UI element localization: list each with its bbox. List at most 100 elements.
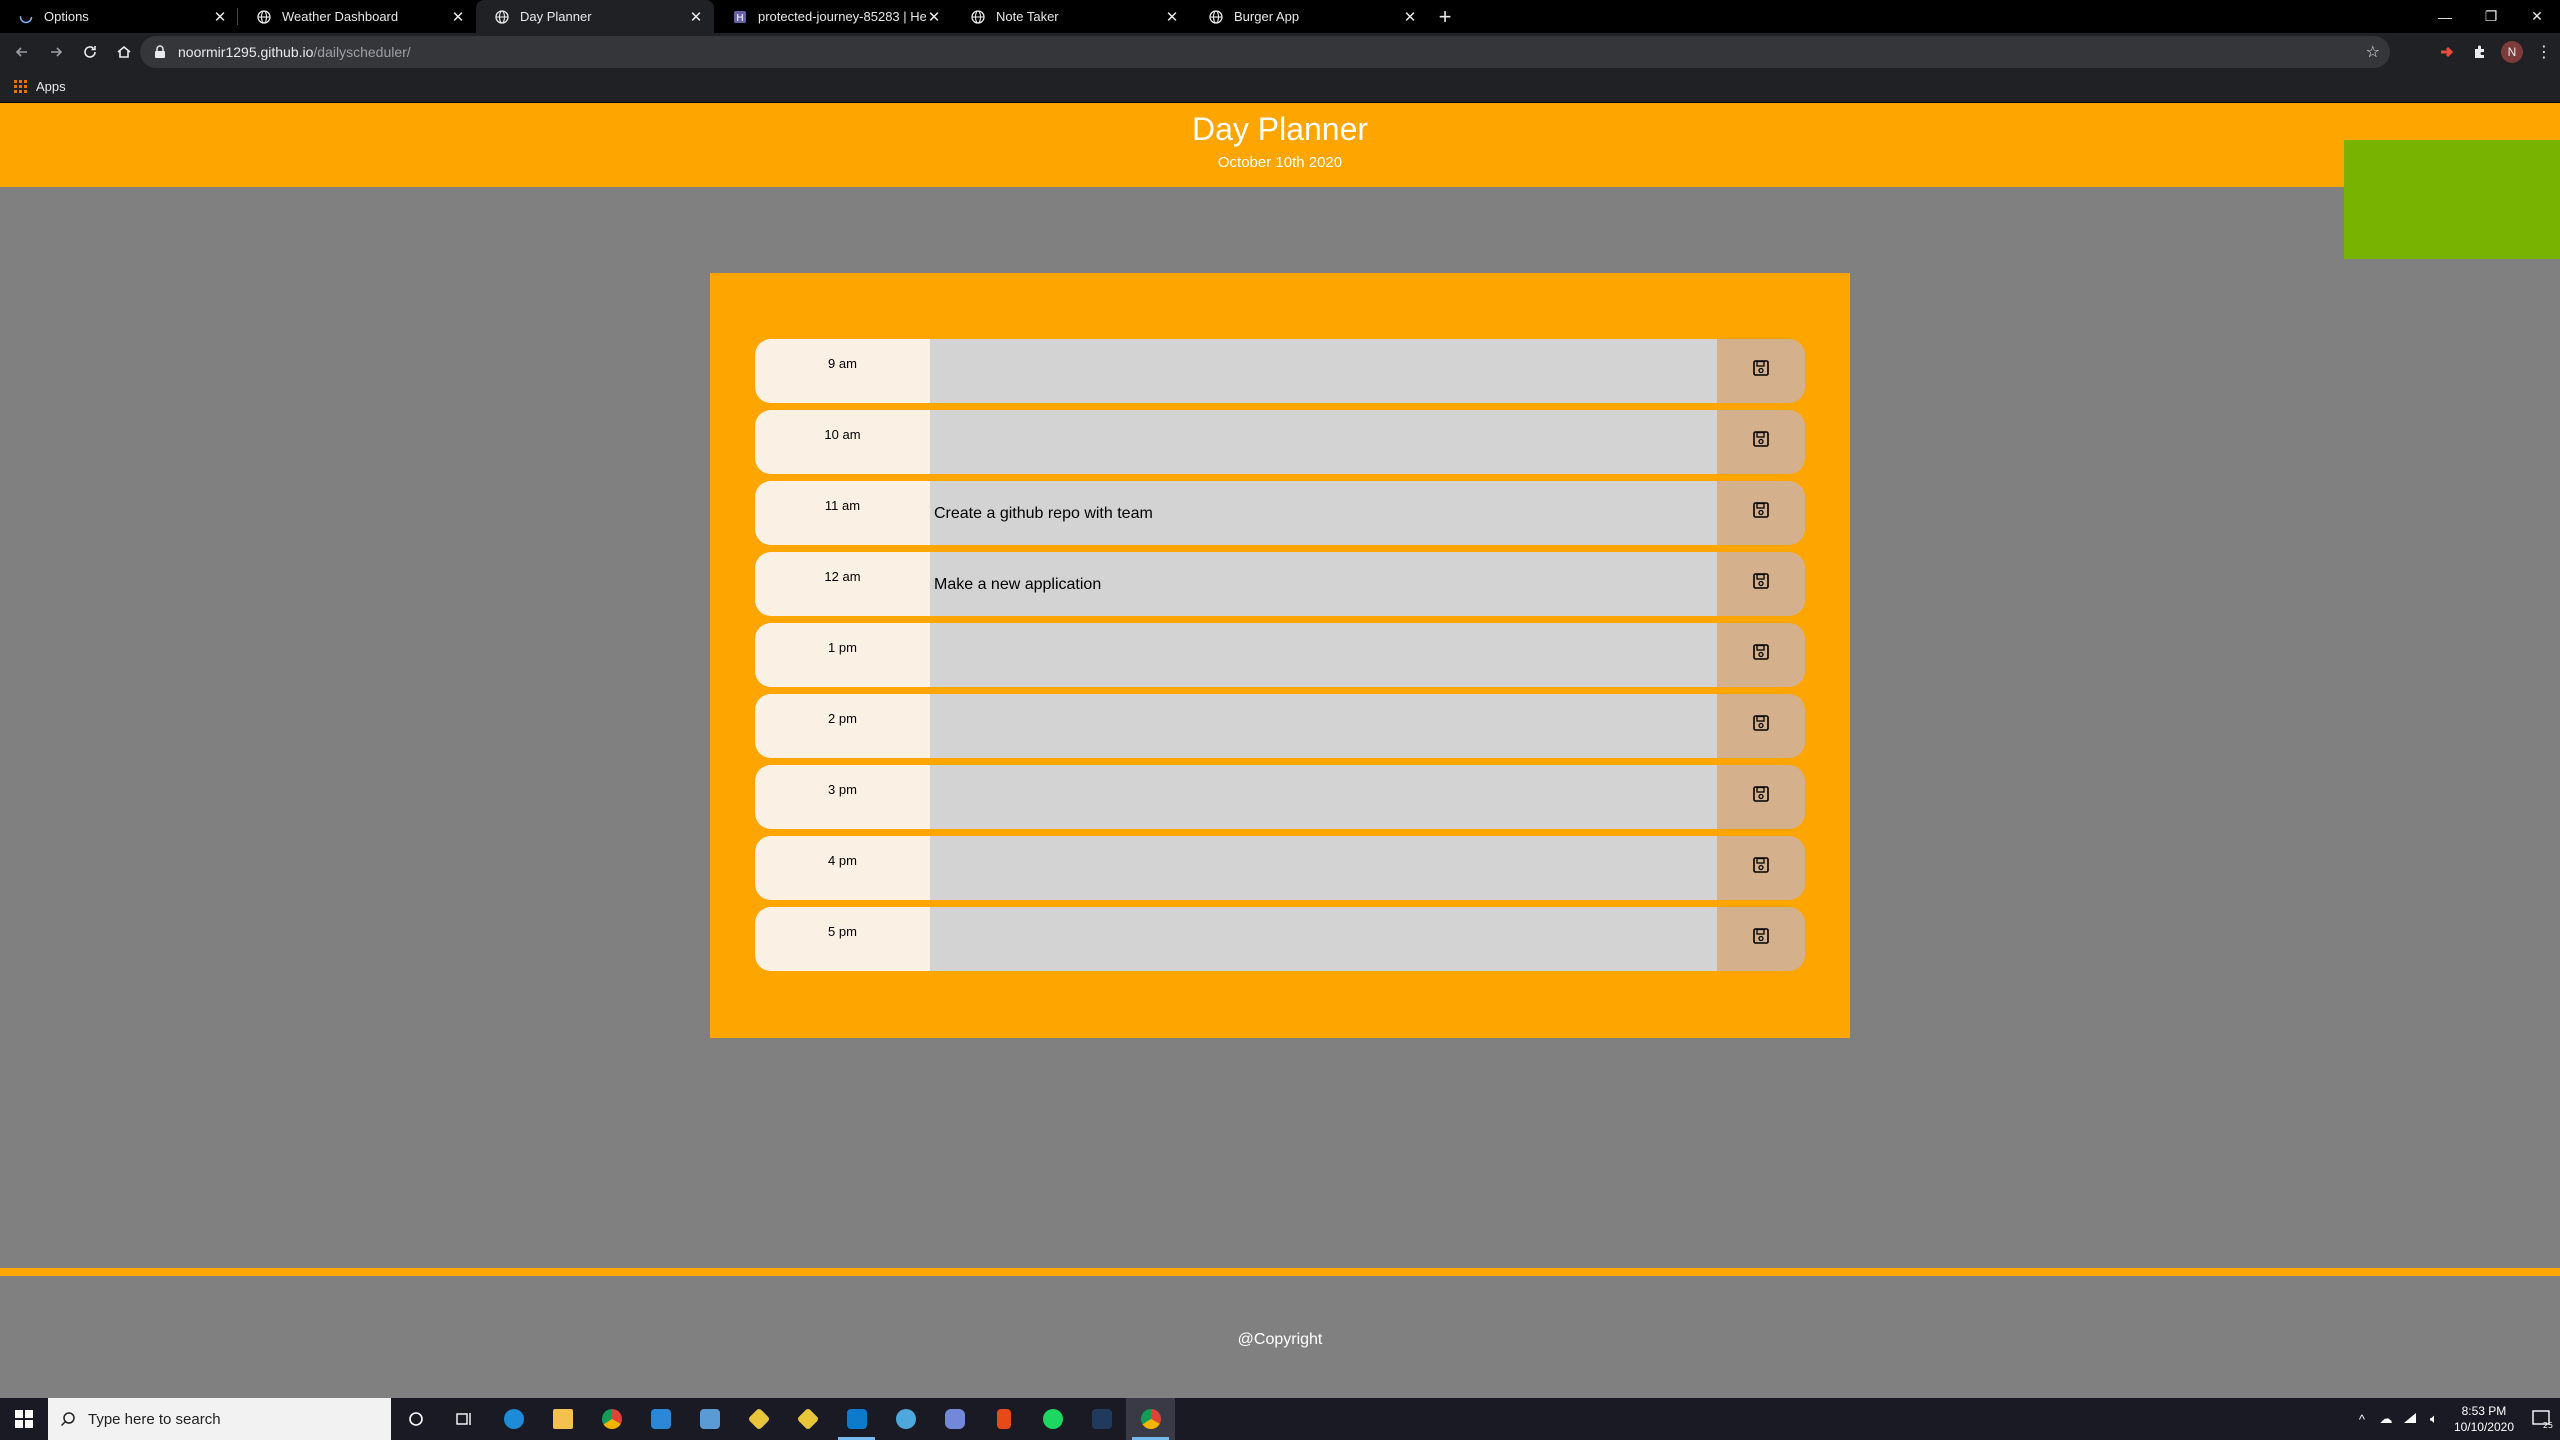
taskbar-clock[interactable]: 8:53 PM 10/10/2020: [2454, 1403, 2514, 1435]
task-view-icon[interactable]: [440, 1398, 489, 1440]
event-description-input[interactable]: [930, 339, 1717, 403]
event-description-input[interactable]: [930, 410, 1717, 474]
volume-icon[interactable]: 🔈︎: [2422, 1411, 2446, 1427]
chrome-profile-icon[interactable]: [1126, 1398, 1175, 1440]
system-tray: ^ ☁ 🔈︎ 8:53 PM 10/10/2020 25: [2350, 1398, 2560, 1440]
tab-label: Burger App: [1234, 9, 1300, 24]
tab-weather-dashboard[interactable]: Weather Dashboard ✕: [238, 0, 476, 33]
tab-burger-app[interactable]: Burger App ✕: [1190, 0, 1428, 33]
hour-label: 11 am: [755, 481, 930, 545]
tab-heroku[interactable]: H protected-journey-85283 | Heroku ✕: [714, 0, 952, 33]
url-path: /dailyscheduler/: [313, 44, 411, 60]
close-icon[interactable]: ✕: [1402, 8, 1418, 26]
back-icon[interactable]: [6, 36, 38, 68]
save-button[interactable]: [1717, 765, 1805, 829]
save-disk-icon: [1753, 644, 1769, 660]
save-button[interactable]: [1717, 623, 1805, 687]
chrome-icon[interactable]: [587, 1398, 636, 1440]
close-icon[interactable]: ✕: [1164, 8, 1180, 26]
current-date: October 10th 2020: [1217, 154, 1343, 171]
home-icon[interactable]: [108, 36, 140, 68]
vscode-icon[interactable]: [832, 1398, 881, 1440]
spotify-icon[interactable]: [1028, 1398, 1077, 1440]
save-button[interactable]: [1717, 836, 1805, 900]
restore-icon[interactable]: ❐: [2468, 0, 2514, 33]
minimize-icon[interactable]: —: [2422, 0, 2468, 33]
event-description-input[interactable]: Make a new application: [930, 552, 1717, 616]
event-description-input[interactable]: [930, 907, 1717, 971]
event-description-input[interactable]: Create a github repo with team: [930, 481, 1717, 545]
mail-icon[interactable]: [636, 1398, 685, 1440]
page-content: Day Planner October 10th 2020 9 am 10 am 1…: [0, 103, 2560, 1398]
hour-label: 10 am: [755, 410, 930, 474]
hour-label: 1 pm: [755, 623, 930, 687]
file-explorer-icon[interactable]: [538, 1398, 587, 1440]
globe-icon: [970, 9, 986, 25]
reload-icon[interactable]: [74, 36, 106, 68]
clock-time: 8:53 PM: [2461, 1404, 2507, 1418]
save-button[interactable]: [1717, 552, 1805, 616]
tab-label: Day Planner: [520, 9, 592, 24]
new-tab-button[interactable]: +: [1428, 0, 1462, 33]
time-block-row: 2 pm: [755, 694, 1805, 758]
svg-text:H: H: [736, 13, 744, 24]
lock-icon[interactable]: [154, 45, 168, 59]
save-disk-icon: [1753, 857, 1769, 873]
cortana-icon[interactable]: [391, 1398, 440, 1440]
menu-kebab-icon[interactable]: ⋮: [2528, 42, 2560, 62]
sourcetree-icon[interactable]: [734, 1398, 783, 1440]
save-button[interactable]: [1717, 694, 1805, 758]
windows-start-icon[interactable]: [0, 1398, 48, 1440]
save-button[interactable]: [1717, 410, 1805, 474]
close-icon[interactable]: ✕: [450, 8, 466, 26]
event-description-input[interactable]: [930, 836, 1717, 900]
save-disk-icon: [1753, 360, 1769, 376]
bookmark-apps[interactable]: Apps: [36, 79, 66, 94]
event-description-input[interactable]: [930, 623, 1717, 687]
tab-note-taker[interactable]: Note Taker ✕: [952, 0, 1190, 33]
tab-options[interactable]: Options ✕: [0, 0, 238, 33]
close-icon[interactable]: ✕: [688, 8, 704, 26]
taskbar-search[interactable]: Type here to search: [48, 1398, 391, 1440]
close-icon[interactable]: ✕: [212, 8, 228, 26]
hour-label: 12 am: [755, 552, 930, 616]
network-icon[interactable]: [2398, 1412, 2422, 1427]
tab-label: protected-journey-85283 | Heroku: [758, 9, 926, 24]
hour-label: 3 pm: [755, 765, 930, 829]
loading-icon: [18, 9, 34, 25]
gitkraken-icon[interactable]: [783, 1398, 832, 1440]
tab-day-planner[interactable]: Day Planner ✕: [476, 0, 714, 33]
edge-icon[interactable]: [489, 1398, 538, 1440]
notification-center-icon[interactable]: 25: [2524, 1409, 2560, 1429]
time-block-row: 9 am: [755, 339, 1805, 403]
globe-icon: [256, 9, 272, 25]
bookmark-star-icon[interactable]: ☆: [2366, 42, 2380, 62]
url-host: noormir1295.github.io: [178, 44, 314, 60]
office-icon[interactable]: [979, 1398, 1028, 1440]
event-description-input[interactable]: [930, 694, 1717, 758]
chevron-up-icon[interactable]: ^: [2350, 1412, 2374, 1427]
event-description-input[interactable]: [930, 765, 1717, 829]
store-icon[interactable]: [685, 1398, 734, 1440]
hour-label: 2 pm: [755, 694, 930, 758]
close-icon[interactable]: ✕: [926, 8, 942, 26]
notification-count: 25: [2543, 1421, 2553, 1429]
extensions-puzzle-icon[interactable]: [2464, 44, 2496, 60]
forward-icon[interactable]: [40, 36, 72, 68]
slack-icon[interactable]: [881, 1398, 930, 1440]
save-button[interactable]: [1717, 339, 1805, 403]
apps-grid-icon[interactable]: [14, 79, 28, 94]
discord-icon[interactable]: [930, 1398, 979, 1440]
header-jumbotron: Day Planner October 10th 2020: [0, 103, 2560, 187]
heroku-icon: H: [732, 9, 748, 25]
address-bar[interactable]: noormir1295.github.io/dailyscheduler/ ☆: [140, 36, 2390, 68]
close-window-icon[interactable]: ✕: [2514, 0, 2560, 33]
profile-avatar[interactable]: N: [2501, 41, 2523, 63]
save-button[interactable]: [1717, 481, 1805, 545]
save-button[interactable]: [1717, 907, 1805, 971]
mongodb-compass-icon[interactable]: [1077, 1398, 1126, 1440]
window-controls: — ❐ ✕: [2422, 0, 2560, 33]
save-disk-icon: [1753, 786, 1769, 802]
onedrive-cloud-icon[interactable]: ☁: [2374, 1411, 2398, 1427]
extension-icon[interactable]: [2432, 46, 2464, 58]
